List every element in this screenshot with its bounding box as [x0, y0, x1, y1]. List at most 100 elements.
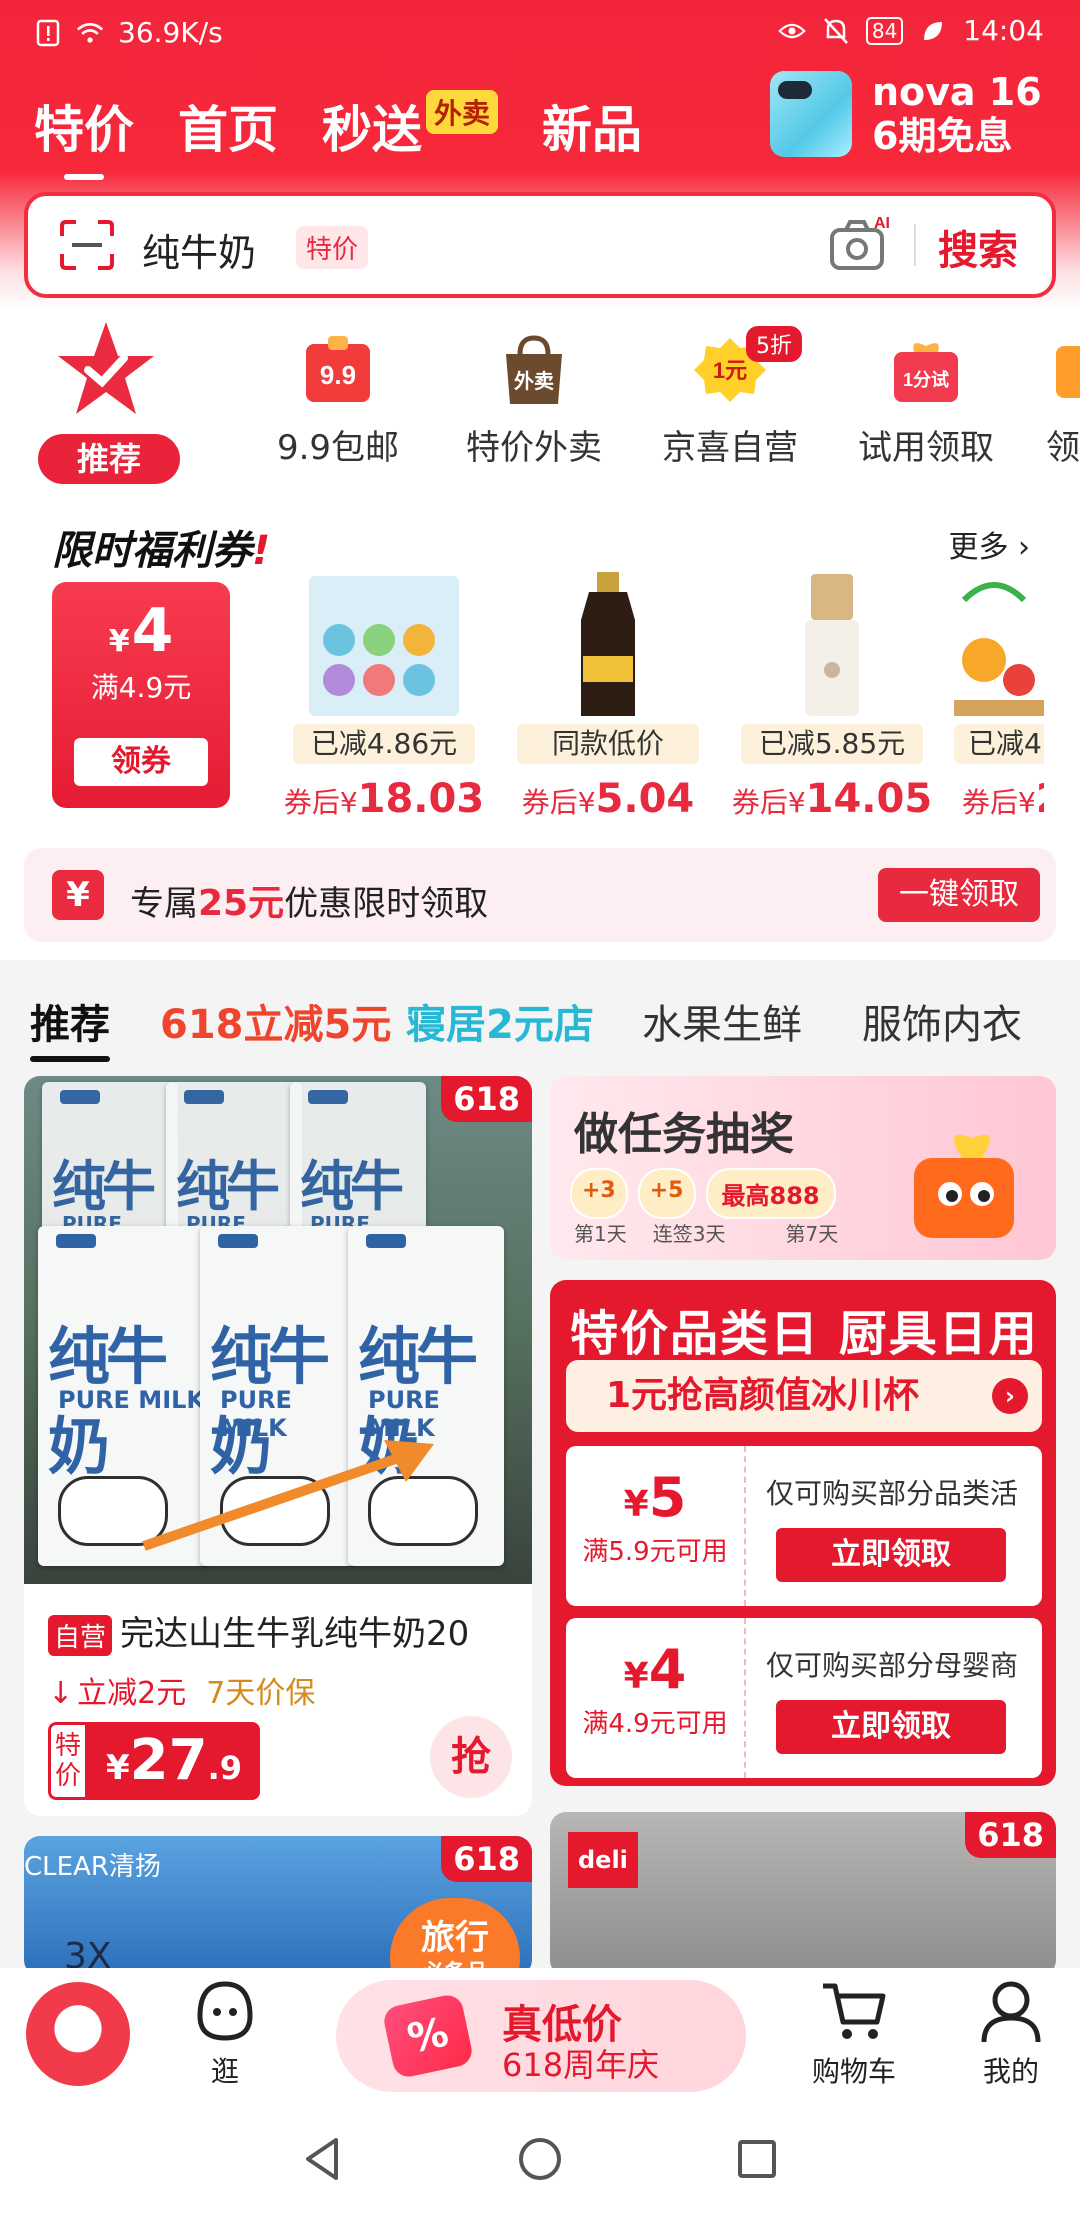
recommend-tab[interactable]: 推荐: [0, 322, 220, 492]
category-coupon: ¥4 满4.9元可用 仅可购买部分母婴商 立即领取: [566, 1618, 1042, 1778]
product-card-clear[interactable]: CLEAR清扬 618 旅行必备品 3X: [24, 1836, 532, 1976]
day-chip: +5: [637, 1168, 696, 1219]
price-decimal: .9: [207, 1749, 243, 1787]
welfare-product[interactable]: 同款低价 券后¥5.04: [496, 570, 720, 822]
nav-mine[interactable]: 我的: [976, 1976, 1046, 2090]
special-category-card[interactable]: 特价品类日 厨具日用 1元抢高颜值冰川杯 › ¥5 满5.9元可用 仅可购买部分…: [550, 1280, 1056, 1786]
nav-browse[interactable]: 逛: [190, 1976, 260, 2090]
home-icon[interactable]: [515, 2134, 565, 2184]
network-speed: 36.9K/s: [118, 16, 223, 49]
coupon-yen: ¥: [108, 624, 130, 659]
clear-brand-logo: CLEAR清扬: [24, 1852, 161, 1882]
feed-tab-recommend[interactable]: 推荐: [30, 992, 110, 1062]
cart-icon: [819, 1976, 889, 2046]
product-price: 券后¥14.05: [720, 776, 944, 822]
product-promo: ↓ 立减2元 7天价保: [48, 1668, 315, 1712]
search-input[interactable]: 纯牛奶: [142, 222, 256, 277]
joy-mascot-icon[interactable]: [26, 1982, 130, 2086]
lottery-card[interactable]: 做任务抽奖 +3 +5 最高888 第1天 连签3天 第7天: [550, 1076, 1056, 1260]
recommend-pill: 推荐: [38, 434, 180, 484]
category-label: 领券: [1046, 428, 1080, 468]
day-chip: +3: [570, 1168, 628, 1219]
tab-new-products[interactable]: 新品: [542, 90, 642, 162]
category-item-special-takeout[interactable]: 外卖 特价外卖: [436, 334, 632, 469]
product-tag: 已减4.8: [954, 724, 1044, 764]
bottom-nav: 逛 % 真低价 618周年庆 购物车 我的: [0, 1968, 1080, 2094]
feed-tab-bedding-store[interactable]: 寝居2元店: [406, 992, 594, 1050]
search-bar[interactable]: 纯牛奶 特价 AI 搜索: [24, 192, 1056, 298]
yen-coupon-icon: ¥: [52, 870, 104, 920]
welfare-more-link[interactable]: 更多 ›: [948, 522, 1030, 566]
feed-tab-apparel[interactable]: 服饰内衣: [862, 992, 1022, 1050]
product-card-milk[interactable]: 纯牛奶PURE MILK 纯牛奶PURE MILK 纯牛奶PURE MILK 纯…: [24, 1076, 532, 1816]
claim-coupon-button[interactable]: 领券: [74, 738, 208, 786]
leaf-icon: [919, 17, 947, 45]
category-label: 京喜自营: [662, 428, 798, 468]
day-label: 连签3天: [652, 1222, 726, 1246]
trial-gift-icon: 1分试: [888, 334, 964, 406]
category-item-coupon[interactable]: 领券: [1024, 334, 1080, 469]
welfare-product[interactable]: 已减4.86元 券后¥18.03: [272, 570, 496, 822]
welfare-products: 已减4.86元 券后¥18.03 同款低价 券后¥5.04 已减5.85元 券后…: [272, 570, 1044, 822]
claim-now-button[interactable]: 立即领取: [776, 1700, 1006, 1754]
category-row: 推荐 9.9 9.9包邮 外卖 特价外卖 1元 5折 京喜自营 1分试 试用领取: [0, 310, 1080, 492]
welfare-product[interactable]: 已减5.85元 券后¥14.05: [720, 570, 944, 822]
category-label: 9.9包邮: [276, 428, 400, 468]
coupon-condition: 满4.9元: [90, 671, 192, 704]
soy-sauce-image: [523, 570, 693, 720]
product-price: 券后¥18.03: [272, 776, 496, 822]
grab-button[interactable]: 抢: [430, 1716, 512, 1798]
category-item-99-free-shipping[interactable]: 9.9 9.9包邮: [240, 334, 436, 469]
sim-alert-icon: [34, 19, 62, 47]
price-value: 5.04: [595, 776, 695, 822]
welfare-product[interactable]: 已减4.8 券后¥2: [944, 570, 1044, 822]
coupon-icon: [1046, 334, 1080, 406]
back-icon[interactable]: [298, 2134, 348, 2184]
coupon-amount: ¥5: [623, 1466, 687, 1529]
nav-cart[interactable]: 购物车: [812, 1976, 896, 2090]
deli-brand-logo: deli: [568, 1832, 638, 1888]
chevron-right-icon: ›: [992, 1378, 1028, 1414]
welfare-coupon-card[interactable]: ¥4 满4.9元 领券: [52, 582, 230, 808]
travel-line1: 旅行: [421, 1918, 489, 1958]
category-item-trial[interactable]: 1分试 试用领取: [828, 334, 1024, 469]
exclusive-offer-bar[interactable]: ¥ 专属25元优惠限时领取 一键领取: [24, 848, 1056, 942]
recents-icon[interactable]: [732, 2134, 782, 2184]
exclusive-text-after: 优惠限时领取: [284, 884, 489, 924]
badge-618: 618: [441, 1076, 532, 1122]
phone-image: [770, 71, 852, 157]
price-protection: 7天价保: [206, 1676, 316, 1711]
orange-arrow-annotation: [142, 1440, 434, 1551]
special-subtitle-banner[interactable]: 1元抢高颜值冰川杯 ›: [566, 1360, 1042, 1432]
badge-618: 618: [965, 1812, 1056, 1858]
tab-instant-delivery[interactable]: 秒送 外卖: [322, 90, 499, 162]
one-yuan-icon-text: 1元: [713, 358, 747, 383]
tab-instant-delivery-label: 秒送: [322, 101, 422, 159]
travel-essentials-badge: 旅行必备品: [390, 1898, 520, 1976]
stickers-image: [299, 570, 469, 720]
lottery-day-labels: 第1天 连签3天 第7天: [574, 1218, 838, 1247]
top-tabs: 特价 首页 秒送 外卖 新品: [34, 90, 642, 180]
header: 36.9K/s 84 14:04 特价 首页 秒送 外卖 新品 nova 16 6: [0, 0, 1080, 310]
wifi-icon: [76, 19, 104, 47]
tab-home[interactable]: 首页: [178, 90, 278, 162]
product-card-deli[interactable]: deli 618: [550, 1812, 1056, 1976]
nav-true-low-price[interactable]: % 真低价 618周年庆: [336, 1980, 746, 2092]
tab-special-price[interactable]: 特价: [34, 90, 134, 180]
category-item-jingxi-self-run[interactable]: 1元 5折 京喜自营: [632, 326, 828, 469]
claim-now-button[interactable]: 立即领取: [776, 1528, 1006, 1582]
coupon-amount: ¥4: [623, 1638, 687, 1701]
feed-tab-618-discount[interactable]: 618立减5元: [160, 992, 391, 1050]
scan-icon[interactable]: [60, 220, 114, 270]
nine-nine-icon-text: 9.9: [320, 360, 356, 390]
discount-badge: 5折: [746, 326, 802, 362]
toy-image: [944, 570, 1044, 720]
category-label: 试用领取: [858, 428, 994, 468]
one-click-claim-button[interactable]: 一键领取: [878, 868, 1040, 922]
badge-618: 618: [441, 1836, 532, 1882]
camera-ai-icon[interactable]: AI: [828, 214, 892, 274]
search-button[interactable]: 搜索: [938, 218, 1018, 276]
feed-tab-fresh-fruit[interactable]: 水果生鲜: [642, 992, 802, 1050]
phone-promo-banner[interactable]: nova 16 6期免息: [770, 64, 1070, 164]
price-prefix: 券后¥: [731, 786, 806, 819]
